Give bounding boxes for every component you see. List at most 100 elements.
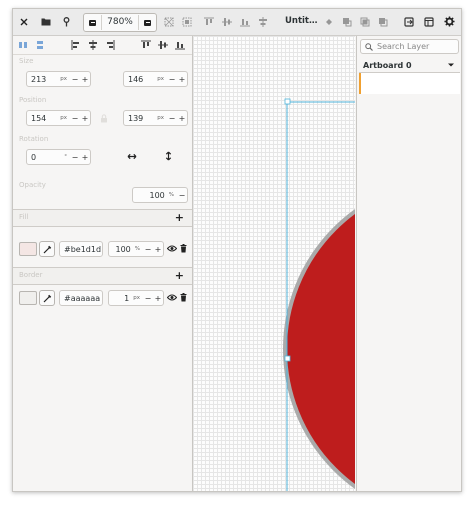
border-hex-field[interactable]: #aaaaaa	[59, 290, 103, 306]
x-value[interactable]: 154	[27, 114, 60, 123]
flip-vertical-icon[interactable]	[165, 151, 172, 161]
zoom-level[interactable]: 780%	[101, 15, 139, 30]
sidebar-toggle-icon[interactable]	[423, 13, 435, 30]
width-value[interactable]: 213	[27, 75, 60, 84]
flip-horizontal-icon[interactable]	[127, 153, 137, 160]
export-icon[interactable]	[403, 13, 415, 30]
zoom-in-button[interactable]	[139, 15, 156, 30]
fill-color-swatch[interactable]	[19, 242, 37, 256]
search-icon	[365, 42, 373, 51]
fill-delete-trash-icon[interactable]	[180, 244, 187, 253]
lock-icon[interactable]	[100, 114, 108, 123]
document-title[interactable]: Untit…	[285, 13, 318, 30]
border-color-swatch[interactable]	[19, 291, 37, 305]
align-right-icon[interactable]	[105, 40, 115, 50]
fill-hex-value[interactable]: #be1d1d	[60, 245, 102, 254]
rotation-field[interactable]: 0 ° − +	[26, 149, 91, 165]
close-icon[interactable]	[17, 13, 31, 30]
align-bottom-icon[interactable]	[239, 13, 251, 30]
x-unit: px	[60, 115, 67, 121]
height-increment[interactable]: +	[177, 72, 187, 86]
border-delete-trash-icon[interactable]	[180, 293, 187, 302]
align-vcenter-icon[interactable]	[158, 40, 168, 50]
artboard-selector[interactable]: Artboard 0	[359, 58, 460, 73]
fill-section-header: Fill +	[13, 209, 192, 227]
fill-picker-button[interactable]	[39, 241, 55, 257]
opacity-value[interactable]: 100	[133, 191, 169, 200]
add-fill-button[interactable]: +	[175, 211, 184, 225]
distribute-horizontal-icon[interactable]	[18, 40, 28, 50]
border-hex-value[interactable]: #aaaaaa	[60, 294, 102, 303]
border-label: Border	[19, 271, 43, 279]
width-field[interactable]: 213 px − +	[26, 71, 91, 87]
group-icon[interactable]	[181, 13, 193, 30]
align-toolbar	[13, 36, 192, 55]
border-width-value[interactable]: 1	[109, 294, 133, 303]
y-increment[interactable]: +	[177, 111, 187, 125]
fill-opacity-field[interactable]: 100 % − +	[108, 241, 164, 257]
rotation-unit: °	[64, 154, 67, 160]
boolean-subtract-icon[interactable]	[341, 13, 353, 30]
width-increment[interactable]: +	[80, 72, 90, 86]
add-border-button[interactable]: +	[175, 269, 184, 283]
boolean-exclude-icon[interactable]	[377, 13, 389, 30]
border-width-increment[interactable]: +	[153, 291, 163, 305]
height-value[interactable]: 146	[124, 75, 157, 84]
distribute-vertical-icon[interactable]	[35, 40, 45, 50]
fill-visibility-eye-icon[interactable]	[167, 245, 177, 252]
ellipse-shape[interactable]	[283, 179, 355, 492]
fill-opacity-unit: %	[134, 246, 140, 252]
canvas-drawing[interactable]	[193, 36, 355, 492]
x-increment[interactable]: +	[80, 111, 90, 125]
boolean-intersect-icon[interactable]	[359, 13, 371, 30]
opacity-field[interactable]: 100 % −	[132, 187, 188, 203]
align-center-icon[interactable]	[257, 13, 269, 30]
selection-handle[interactable]	[284, 355, 291, 362]
eyedropper-icon	[43, 294, 51, 302]
canvas-area[interactable]	[193, 36, 355, 492]
height-decrement[interactable]: −	[167, 72, 177, 86]
layer-search-box[interactable]: Search Layer	[360, 39, 459, 54]
border-width-decrement[interactable]: −	[143, 291, 153, 305]
y-value[interactable]: 139	[124, 114, 157, 123]
y-decrement[interactable]: −	[167, 111, 177, 125]
fill-opacity-value[interactable]: 100	[109, 245, 135, 254]
rotation-value[interactable]: 0	[27, 153, 64, 162]
border-width-field[interactable]: 1 px − +	[108, 290, 164, 306]
align-top-icon[interactable]	[203, 13, 215, 30]
width-decrement[interactable]: −	[70, 72, 80, 86]
document-open-icon[interactable]	[39, 13, 53, 30]
selection-handle[interactable]	[284, 98, 291, 105]
border-picker-button[interactable]	[39, 290, 55, 306]
rotation-decrement[interactable]: −	[70, 150, 80, 164]
properties-panel: Size 213 px − + 146 px − + Position 154 …	[13, 36, 193, 491]
boolean-union-icon[interactable]	[323, 13, 335, 30]
settings-icon[interactable]	[443, 13, 455, 30]
align-top-panel-icon[interactable]	[141, 40, 151, 50]
align-left-icon[interactable]	[71, 40, 81, 50]
x-field[interactable]: 154 px − +	[26, 110, 91, 126]
layer-search-input[interactable]: Search Layer	[377, 42, 429, 51]
y-field[interactable]: 139 px − +	[123, 110, 188, 126]
align-hcenter-icon[interactable]	[88, 40, 98, 50]
x-decrement[interactable]: −	[70, 111, 80, 125]
border-visibility-eye-icon[interactable]	[167, 294, 177, 301]
height-field[interactable]: 146 px − +	[123, 71, 188, 87]
fill-opacity-decrement[interactable]: −	[143, 242, 153, 256]
size-label: Size	[19, 57, 34, 65]
distribute-icon[interactable]	[163, 13, 175, 30]
border-width-unit: px	[133, 295, 140, 301]
opacity-decrement[interactable]: −	[177, 188, 187, 202]
app-window: 780% Untit… Size 213 px − + 146 px − + P…	[12, 8, 462, 492]
align-bottom-panel-icon[interactable]	[175, 40, 185, 50]
eyedropper-icon	[43, 245, 51, 253]
fill-opacity-increment[interactable]: +	[153, 242, 163, 256]
header-bar: 780% Untit…	[13, 9, 461, 36]
eyedropper-icon[interactable]	[59, 13, 73, 30]
align-middle-icon[interactable]	[221, 13, 233, 30]
zoom-out-button[interactable]	[84, 15, 101, 30]
artboard-name: Artboard 0	[363, 60, 412, 70]
rotation-increment[interactable]: +	[80, 150, 90, 164]
layer-item[interactable]	[359, 73, 460, 94]
fill-hex-field[interactable]: #be1d1d	[59, 241, 103, 257]
